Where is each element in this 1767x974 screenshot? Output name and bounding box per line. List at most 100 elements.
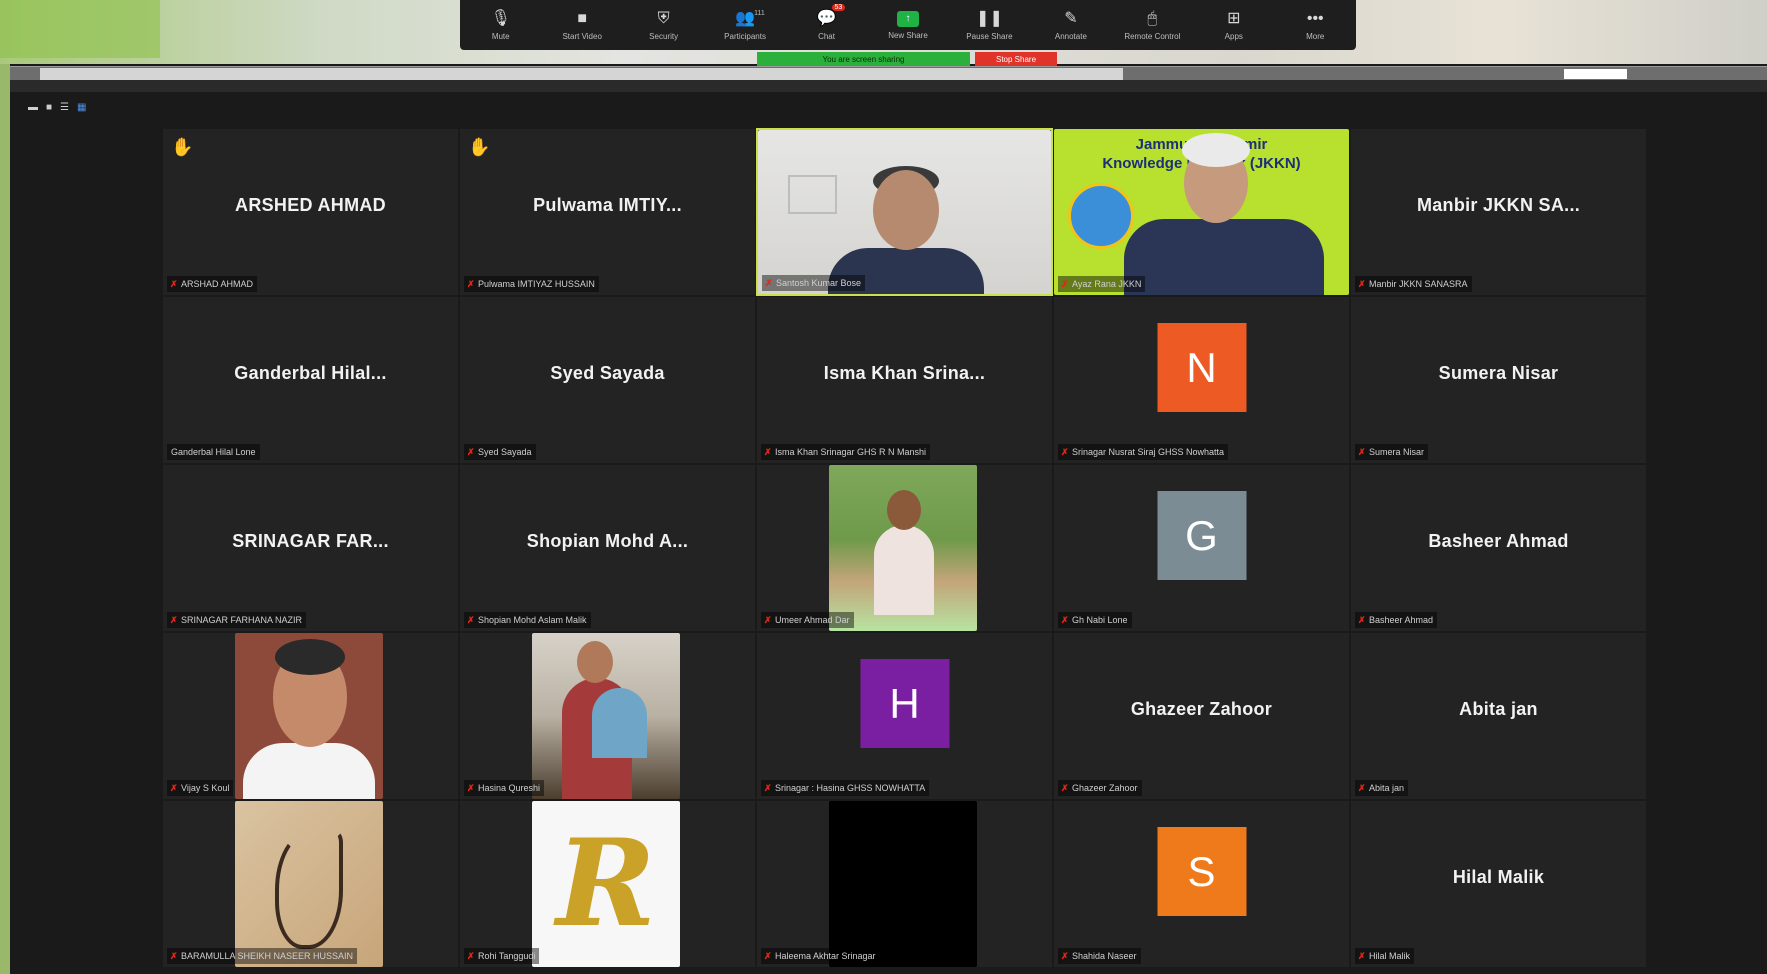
participant-tile[interactable]: ✋ Pulwama IMTIY... ✗ Pulwama IMTIYAZ HUSSAI… bbox=[459, 128, 756, 296]
participant-tile[interactable]: ✗ Vijay S Koul bbox=[162, 632, 459, 800]
more-button[interactable]: ••• More bbox=[1280, 2, 1350, 48]
participant-name-label: ✗ SRINAGAR FARHANA NAZIR bbox=[167, 612, 307, 628]
participant-tile[interactable]: Manbir JKKN SA... ✗ Manbir JKKN SANASRA bbox=[1350, 128, 1647, 296]
list-view-icon[interactable]: ☰ bbox=[60, 102, 69, 113]
toolbar-label: Pause Share bbox=[966, 31, 1013, 41]
participant-name-label: ✗ BARAMULLA SHEIKH NASEER HUSSAIN bbox=[167, 948, 358, 964]
participant-tile[interactable]: ✗ Hasina Qureshi bbox=[459, 632, 756, 800]
gallery-view-icon[interactable]: ▦ bbox=[77, 102, 86, 113]
participants-button[interactable]: 👥 Participants 111 bbox=[710, 2, 780, 48]
participant-tile[interactable]: Sumera Nisar ✗ Sumera Nisar bbox=[1350, 296, 1647, 464]
participant-name-text: Hilal Malik bbox=[1369, 951, 1411, 961]
participant-tile[interactable]: ✗ Umeer Ahmad Dar bbox=[756, 464, 1053, 632]
participant-tile[interactable]: N ✗ Srinagar Nusrat Siraj GHSS Nowhatta bbox=[1053, 296, 1350, 464]
participant-name-label: ✗ Isma Khan Srinagar GHS R N Manshi bbox=[761, 444, 931, 460]
participant-profile-photo bbox=[532, 633, 680, 799]
participant-tile[interactable]: Ganderbal Hilal... Ganderbal Hilal Lone bbox=[162, 296, 459, 464]
mouse-icon: 🖱 bbox=[1147, 9, 1158, 27]
video-camera-icon: ■ bbox=[577, 9, 587, 27]
muted-microphone-icon: ✗ bbox=[1061, 951, 1069, 961]
participant-name-label: Ganderbal Hilal Lone bbox=[167, 444, 260, 460]
participant-name-label: ✗ Vijay S Koul bbox=[167, 780, 234, 796]
participant-tile[interactable]: ✗ Santosh Kumar Bose bbox=[756, 128, 1053, 296]
document-tab[interactable] bbox=[565, 68, 743, 80]
stop-share-button[interactable]: Stop Share bbox=[975, 52, 1057, 67]
muted-microphone-icon: ✗ bbox=[1358, 783, 1366, 793]
participant-tile[interactable]: ✗ Haleema Akhtar Srinagar bbox=[756, 800, 1053, 968]
pause-share-button[interactable]: ❚❚ Pause Share bbox=[954, 2, 1024, 48]
muted-microphone-icon: ✗ bbox=[764, 951, 772, 961]
participant-tile[interactable]: G ✗ Gh Nabi Lone bbox=[1053, 464, 1350, 632]
toolbar-label: Chat bbox=[818, 31, 835, 41]
new-share-button[interactable]: ↑ New Share bbox=[873, 2, 943, 48]
participant-name-label: ✗ Abita jan bbox=[1355, 780, 1409, 796]
apps-button[interactable]: ⊞ Apps bbox=[1199, 2, 1269, 48]
participant-name-text: Sumera Nisar bbox=[1369, 447, 1425, 457]
minimize-icon[interactable]: ▬ bbox=[28, 102, 38, 113]
muted-microphone-icon: ✗ bbox=[764, 447, 772, 457]
participant-tile[interactable]: Syed Sayada ✗ Syed Sayada bbox=[459, 296, 756, 464]
participant-display-name: Abita jan bbox=[1459, 699, 1538, 719]
document-tab[interactable] bbox=[215, 68, 393, 80]
participant-avatar-initial: N bbox=[1157, 323, 1246, 412]
document-tab[interactable] bbox=[390, 68, 568, 80]
participant-name-label: ✗ Basheer Ahmad bbox=[1355, 612, 1438, 628]
participant-profile-photo bbox=[829, 465, 977, 631]
search-field[interactable] bbox=[1564, 69, 1627, 79]
participant-tile[interactable]: Isma Khan Srina... ✗ Isma Khan Srinagar GH… bbox=[756, 296, 1053, 464]
participant-tile[interactable]: H ✗ Srinagar : Hasina GHSS NOWHATTA bbox=[756, 632, 1053, 800]
toolbar-label: Annotate bbox=[1054, 31, 1087, 41]
remote-control-button[interactable]: 🖱 Remote Control bbox=[1117, 2, 1187, 48]
participant-name-label: ✗ Gh Nabi Lone bbox=[1058, 612, 1132, 628]
calligraphy-mark bbox=[275, 831, 343, 949]
participant-name-text: Umeer Ahmad Dar bbox=[775, 615, 850, 625]
document-tab[interactable] bbox=[40, 68, 218, 80]
participant-tile[interactable]: S ✗ Shahida Naseer bbox=[1053, 800, 1350, 968]
participant-name-text: Shahida Naseer bbox=[1072, 951, 1137, 961]
start-video-button[interactable]: ■ Start Video bbox=[547, 2, 617, 48]
participant-name-label: ✗ Syed Sayada bbox=[464, 444, 536, 460]
participant-name-label: ✗ Ghazeer Zahoor bbox=[1058, 780, 1142, 796]
participant-name-label: ✗ Hilal Malik bbox=[1355, 948, 1415, 964]
chat-button[interactable]: 💬 Chat 53 bbox=[792, 2, 862, 48]
toolbar-label: Security bbox=[649, 31, 679, 41]
person-body bbox=[874, 525, 934, 615]
raised-hand-icon: ✋ bbox=[171, 137, 194, 157]
participant-profile-photo: R bbox=[532, 801, 680, 967]
participant-tile[interactable]: Shopian Mohd A... ✗ Shopian Mohd Aslam Mal… bbox=[459, 464, 756, 632]
participant-name-text: Haleema Akhtar Srinagar bbox=[775, 951, 876, 961]
chat-unread-badge: 53 bbox=[831, 4, 846, 11]
participant-tile[interactable]: Basheer Ahmad ✗ Basheer Ahmad bbox=[1350, 464, 1647, 632]
participant-tile[interactable]: Hilal Malik ✗ Hilal Malik bbox=[1350, 800, 1647, 968]
participant-tile[interactable]: Jammu & Kashmir Knowledge Network (JKKN)… bbox=[1053, 128, 1350, 296]
participant-tile[interactable]: SRINAGAR FAR... ✗ SRINAGAR FARHANA NAZIR bbox=[162, 464, 459, 632]
security-button[interactable]: ⛨ Security bbox=[629, 2, 699, 48]
participant-name-label: ✗ Srinagar : Hasina GHSS NOWHATTA bbox=[761, 780, 930, 796]
mute-button[interactable]: 🎙 Mute bbox=[466, 2, 536, 48]
person-hair bbox=[275, 639, 345, 675]
participant-name-label: ✗ Rohi Tanggudi bbox=[464, 948, 540, 964]
muted-microphone-icon: ✗ bbox=[765, 278, 773, 288]
document-tab[interactable] bbox=[915, 68, 1123, 80]
participant-tile[interactable]: ✗ BARAMULLA SHEIKH NASEER HUSSAIN bbox=[162, 800, 459, 968]
participant-tile[interactable]: R ✗ Rohi Tanggudi bbox=[459, 800, 756, 968]
participant-name-text: Vijay S Koul bbox=[181, 783, 230, 793]
jkkn-logo bbox=[1068, 183, 1134, 249]
participant-display-name: Syed Sayada bbox=[550, 363, 665, 383]
participant-video: Jammu & Kashmir Knowledge Network (JKKN) bbox=[1054, 129, 1349, 295]
document-tab[interactable] bbox=[740, 68, 918, 80]
participant-name-label: ✗ Shopian Mohd Aslam Malik bbox=[464, 612, 591, 628]
speaker-view-icon[interactable]: ■ bbox=[46, 102, 52, 113]
participant-name-label: ✗ Umeer Ahmad Dar bbox=[761, 612, 854, 628]
participant-tile[interactable]: Ghazeer Zahoor ✗ Ghazeer Zahoor bbox=[1053, 632, 1350, 800]
screen-sharing-indicator[interactable]: You are screen sharing bbox=[757, 52, 970, 67]
participant-tile[interactable]: ✋ ARSHED AHMAD ✗ ARSHAD AHMAD bbox=[162, 128, 459, 296]
participant-name-text: Gh Nabi Lone bbox=[1072, 615, 1128, 625]
muted-microphone-icon: ✗ bbox=[1061, 783, 1069, 793]
toolbar-label: Remote Control bbox=[1124, 31, 1181, 41]
participant-tile[interactable]: Abita jan ✗ Abita jan bbox=[1350, 632, 1647, 800]
participant-name-label: ✗ Hasina Qureshi bbox=[464, 780, 545, 796]
participants-icon: 👥 bbox=[735, 9, 756, 27]
pen-icon: ✎ bbox=[1064, 9, 1078, 27]
annotate-button[interactable]: ✎ Annotate bbox=[1036, 2, 1106, 48]
